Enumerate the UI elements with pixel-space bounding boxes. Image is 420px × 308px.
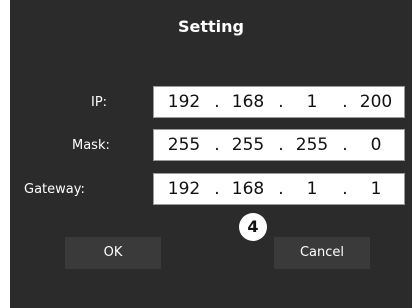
ip-octet-1[interactable]: 192 (162, 87, 206, 117)
ip-address-field[interactable]: 192 . 168 . 1 . 200 (153, 86, 405, 118)
ip-octet-4[interactable]: 200 (354, 87, 398, 117)
mask-label: Mask: (72, 138, 110, 153)
mask-dot-2: . (278, 135, 284, 155)
gateway-address-field[interactable]: 192 . 168 . 1 . 1 (153, 173, 405, 205)
mask-octet-1[interactable]: 255 (162, 130, 206, 160)
cancel-button[interactable]: Cancel (274, 237, 370, 269)
mask-octet-4[interactable]: 0 (354, 130, 398, 160)
ip-dot-2: . (278, 92, 284, 112)
step-number-badge: 4 (239, 213, 267, 241)
gateway-label: Gateway: (24, 182, 85, 197)
gateway-dot-1: . (214, 179, 220, 199)
ok-button[interactable]: OK (65, 237, 161, 269)
gateway-dot-2: . (278, 179, 284, 199)
mask-dot-3: . (342, 135, 348, 155)
gateway-octet-2[interactable]: 168 (226, 174, 270, 204)
gateway-dot-3: . (342, 179, 348, 199)
mask-octet-3[interactable]: 255 (290, 130, 334, 160)
setting-dialog: Setting IP: 192 . 168 . 1 . 200 Mask: 25… (10, 0, 412, 308)
dialog-title: Setting (178, 17, 244, 36)
gateway-octet-3[interactable]: 1 (290, 174, 334, 204)
gateway-octet-4[interactable]: 1 (354, 174, 398, 204)
ip-dot-1: . (214, 92, 220, 112)
mask-dot-1: . (214, 135, 220, 155)
mask-octet-2[interactable]: 255 (226, 130, 270, 160)
ip-dot-3: . (342, 92, 348, 112)
gateway-octet-1[interactable]: 192 (162, 174, 206, 204)
ip-label: IP: (91, 95, 108, 110)
ip-octet-3[interactable]: 1 (290, 87, 334, 117)
mask-address-field[interactable]: 255 . 255 . 255 . 0 (153, 129, 405, 161)
ip-octet-2[interactable]: 168 (226, 87, 270, 117)
